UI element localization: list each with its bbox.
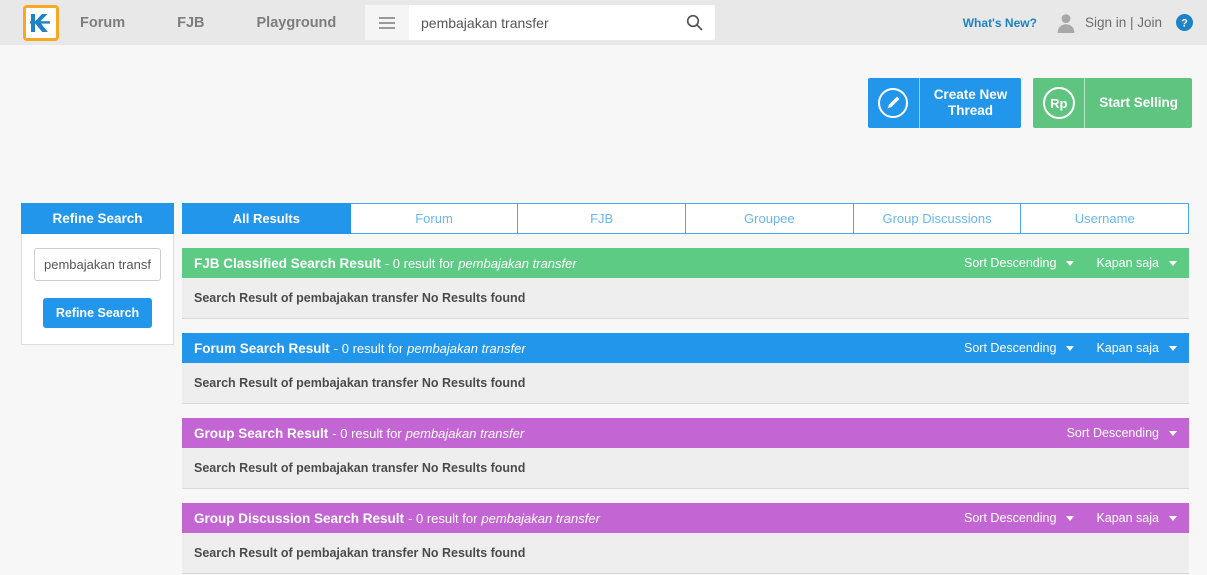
result-header: Forum Search Result - 0 result for pemba… <box>182 333 1189 363</box>
time-filter-label: Kapan saja <box>1096 511 1159 525</box>
chevron-down-icon <box>1169 346 1177 351</box>
chevron-down-icon <box>1066 261 1074 266</box>
tab-groupee[interactable]: Groupee <box>686 203 854 234</box>
result-block: FJB Classified Search Result - 0 result … <box>182 248 1189 319</box>
result-count-text: - 0 result for <box>334 341 403 356</box>
results-tabs: All Results Forum FJB Groupee Group Disc… <box>182 203 1189 234</box>
search-input[interactable] <box>409 6 673 39</box>
result-count-text: - 0 result for <box>332 426 401 441</box>
sort-dropdown-label: Sort Descending <box>964 511 1056 525</box>
main-nav: Forum FJB Playground <box>80 15 362 31</box>
sort-dropdown-label: Sort Descending <box>964 341 1056 355</box>
rupiah-circle-icon: Rp <box>1033 78 1085 128</box>
result-title: Group Search Result <box>194 426 328 441</box>
sort-dropdown[interactable]: Sort Descending <box>964 256 1074 270</box>
result-query-text: pembajakan transfer <box>406 426 525 441</box>
result-query-text: pembajakan transfer <box>481 511 600 526</box>
search-button[interactable] <box>673 5 715 40</box>
result-title: Forum Search Result <box>194 341 330 356</box>
start-selling-button[interactable]: Rp Start Selling <box>1033 78 1192 128</box>
header-user-area: What's New? Sign in | Join ? <box>963 0 1193 45</box>
chevron-down-icon <box>1169 261 1177 266</box>
refine-search-sidebar: Refine Search Refine Search <box>21 203 174 345</box>
chevron-down-icon <box>1066 346 1074 351</box>
result-empty-message: Search Result of pembajakan transfer No … <box>182 278 1189 319</box>
user-avatar-icon[interactable] <box>1055 12 1077 34</box>
tab-fjb[interactable]: FJB <box>518 203 686 234</box>
sign-in-join-link[interactable]: Sign in | Join <box>1085 15 1162 30</box>
chevron-down-icon <box>1169 516 1177 521</box>
hamburger-icon[interactable] <box>365 5 409 40</box>
result-count-text: - 0 result for <box>408 511 477 526</box>
sort-dropdown-label: Sort Descending <box>1067 426 1159 440</box>
kaskus-logo[interactable] <box>23 5 59 41</box>
result-empty-message: Search Result of pembajakan transfer No … <box>182 448 1189 489</box>
nav-item-forum[interactable]: Forum <box>80 15 151 31</box>
refine-search-button[interactable]: Refine Search <box>43 298 152 328</box>
whats-new-link[interactable]: What's New? <box>963 16 1037 30</box>
start-selling-label: Start Selling <box>1085 78 1192 128</box>
primary-actions: Create New Thread Rp Start Selling <box>868 78 1192 128</box>
tab-group-discussions[interactable]: Group Discussions <box>854 203 1022 234</box>
nav-item-fjb[interactable]: FJB <box>151 15 230 31</box>
help-circle-icon[interactable]: ? <box>1176 14 1193 31</box>
chevron-down-icon <box>1066 516 1074 521</box>
sort-dropdown-label: Sort Descending <box>964 256 1056 270</box>
tab-all-results[interactable]: All Results <box>182 203 351 234</box>
result-title: FJB Classified Search Result <box>194 256 381 271</box>
result-header: Group Search Result - 0 result for pemba… <box>182 418 1189 448</box>
time-filter-dropdown[interactable]: Kapan saja <box>1096 256 1177 270</box>
result-block: Group Discussion Search Result - 0 resul… <box>182 503 1189 574</box>
result-block: Group Search Result - 0 result for pemba… <box>182 418 1189 489</box>
search-bar <box>365 5 715 40</box>
result-count-text: - 0 result for <box>385 256 454 271</box>
refine-search-input[interactable] <box>34 248 161 281</box>
create-new-thread-label: Create New Thread <box>920 78 1022 128</box>
time-filter-dropdown[interactable]: Kapan saja <box>1096 511 1177 525</box>
sort-dropdown[interactable]: Sort Descending <box>964 341 1074 355</box>
time-filter-dropdown[interactable]: Kapan saja <box>1096 341 1177 355</box>
kaskus-k-icon <box>28 10 54 36</box>
result-query-text: pembajakan transfer <box>407 341 526 356</box>
top-header-bar: Forum FJB Playground What's New? Sign in… <box>0 0 1207 45</box>
pencil-circle-icon <box>868 78 920 128</box>
result-title: Group Discussion Search Result <box>194 511 404 526</box>
time-filter-label: Kapan saja <box>1096 256 1159 270</box>
svg-text:?: ? <box>1181 18 1188 30</box>
tab-username[interactable]: Username <box>1021 203 1189 234</box>
result-empty-message: Search Result of pembajakan transfer No … <box>182 533 1189 574</box>
refine-search-panel: Refine Search <box>21 234 174 345</box>
search-results-content: All Results Forum FJB Groupee Group Disc… <box>182 203 1189 575</box>
sort-dropdown[interactable]: Sort Descending <box>964 511 1074 525</box>
nav-item-playground[interactable]: Playground <box>231 15 363 31</box>
result-block: Forum Search Result - 0 result for pemba… <box>182 333 1189 404</box>
result-header: Group Discussion Search Result - 0 resul… <box>182 503 1189 533</box>
refine-search-heading[interactable]: Refine Search <box>21 203 174 234</box>
sort-dropdown[interactable]: Sort Descending <box>1067 426 1177 440</box>
rupiah-badge: Rp <box>1043 87 1075 119</box>
tab-forum[interactable]: Forum <box>351 203 519 234</box>
time-filter-label: Kapan saja <box>1096 341 1159 355</box>
result-empty-message: Search Result of pembajakan transfer No … <box>182 363 1189 404</box>
result-header: FJB Classified Search Result - 0 result … <box>182 248 1189 278</box>
result-query-text: pembajakan transfer <box>458 256 577 271</box>
create-new-thread-button[interactable]: Create New Thread <box>868 78 1022 128</box>
chevron-down-icon <box>1169 431 1177 436</box>
search-icon <box>686 14 703 31</box>
